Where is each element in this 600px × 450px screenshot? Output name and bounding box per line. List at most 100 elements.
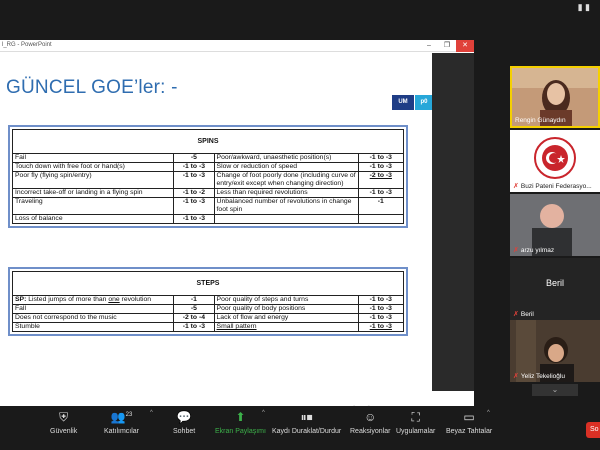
video-tile[interactable]: Beril ✗ Beril xyxy=(510,258,600,320)
share-screen-icon: ⬆ xyxy=(235,410,246,424)
table-cell: -1 to -3 xyxy=(357,153,405,163)
button-label: Kaydı Duraklat/Durdur xyxy=(272,428,342,435)
table-cell: Change of foot poorly done (including cu… xyxy=(213,171,359,189)
table-cell: Loss of balance xyxy=(11,214,175,224)
table-cell: -1 to -3 xyxy=(357,188,405,198)
participant-name: ✗ Buzi Pateni Federasyo... xyxy=(513,182,592,191)
table-cell: -5 xyxy=(173,153,215,163)
steps-header: STEPS xyxy=(12,271,404,296)
chat-button[interactable]: 💬 Sohbet xyxy=(173,410,195,435)
table-cell: Touch down with free foot or hand(s) xyxy=(11,162,175,172)
shared-screen: l_RG - PowerPoint – ❐ ✕ GÜNCEL GOE’ler: … xyxy=(0,40,474,414)
top-menu-icon[interactable]: ▮ ▮ xyxy=(578,2,590,13)
video-tile[interactable]: ✗ arzu yılmaz xyxy=(510,194,600,256)
meeting-toolbar: ⛨ Güvenlik 👥23 Katılımcılar ^ 💬 Sohbet ⬆… xyxy=(0,406,600,450)
sponsor-logo: p0 xyxy=(415,95,433,110)
video-tile[interactable]: ✗ Buzi Pateni Federasyo... xyxy=(510,130,600,192)
table-cell: Poor quality of body positions xyxy=(213,304,359,314)
table-row: Fall -5 Poor quality of body positions -… xyxy=(11,304,405,314)
table-cell: Stumble xyxy=(11,322,175,332)
minimize-button[interactable]: – xyxy=(420,40,438,52)
table-cell: -1 to -3 xyxy=(173,322,215,332)
table-cell-text: Listed jumps of more than xyxy=(26,296,109,303)
table-cell: -1 to -3 xyxy=(357,313,405,323)
table-cell xyxy=(357,214,405,224)
close-button[interactable]: ✕ xyxy=(456,40,474,52)
table-cell: Poor/awkward, unaesthetic position(s) xyxy=(213,153,359,163)
button-label: Beyaz Tahtalar xyxy=(446,428,493,435)
participant-initial-label: Beril xyxy=(545,278,564,288)
spins-table: SPINS Fail -5 Poor/awkward, unaesthetic … xyxy=(11,129,405,224)
participant-name-text: Yeliz Tekelioğlu xyxy=(520,372,565,380)
table-cell: Less than required revolutions xyxy=(213,188,359,198)
mic-muted-icon: ✗ xyxy=(513,183,519,190)
table-cell: Slow or reduction of speed xyxy=(213,162,359,172)
table-cell: SP: Listed jumps of more than one revolu… xyxy=(11,295,175,305)
table-row: Does not correspond to the music -2 to -… xyxy=(11,313,405,323)
participant-name-text: Beril xyxy=(520,310,534,318)
button-label: Güvenlik xyxy=(50,428,78,435)
apps-button[interactable]: ⛶ Uygulamalar xyxy=(396,410,435,435)
table-cell: Fall xyxy=(11,304,175,314)
window-titlebar: l_RG - PowerPoint – ❐ ✕ xyxy=(0,40,474,52)
chevron-down-icon[interactable]: ⌄ xyxy=(532,384,578,396)
pause-stop-recording-button[interactable]: ⏸⏹ Kaydı Duraklat/Durdur xyxy=(272,410,341,435)
spins-table-frame: SPINS Fail -5 Poor/awkward, unaesthetic … xyxy=(8,125,408,228)
participants-button[interactable]: 👥23 Katılımcılar xyxy=(104,410,139,435)
table-cell: -2 to -3 xyxy=(357,171,405,189)
table-cell-text: revolution xyxy=(119,296,152,303)
chevron-up-icon[interactable]: ^ xyxy=(262,410,265,416)
slide-title: GÜNCEL GOE’ler: - xyxy=(6,77,178,98)
participant-count: 23 xyxy=(125,412,133,418)
table-cell: Poor fly (flying spin/entry) xyxy=(11,171,175,189)
pause-record-icon: ⏸⏹ xyxy=(300,410,313,424)
table-cell: -1 xyxy=(173,295,215,305)
steps-table: STEPS SP: Listed jumps of more than one … xyxy=(11,271,405,332)
sp-prefix: SP: xyxy=(15,296,27,303)
table-row: Incorrect take-off or landing in a flyin… xyxy=(11,188,405,198)
button-label: Katılımcılar xyxy=(104,428,140,435)
reactions-button[interactable]: ☺ Reaksiyonlar xyxy=(350,410,390,435)
window-title: l_RG - PowerPoint xyxy=(2,42,52,48)
table-cell: Fail xyxy=(11,153,175,163)
participant-name-text: Rengin Günaydın xyxy=(515,117,566,124)
table-cell: -1 to -3 xyxy=(173,214,215,224)
table-cell: -2 to -4 xyxy=(173,313,215,323)
chevron-up-icon[interactable]: ^ xyxy=(150,410,153,416)
spins-header: SPINS xyxy=(12,129,404,154)
video-tile[interactable]: ✗ Yeliz Tekelioğlu xyxy=(510,320,600,382)
table-cell-text: one xyxy=(108,296,120,303)
mic-muted-icon: ✗ xyxy=(513,247,519,254)
table-cell xyxy=(213,214,359,224)
table-cell: Lack of flow and energy xyxy=(213,313,359,323)
table-cell: -1 to -2 xyxy=(173,188,215,198)
chevron-up-icon[interactable]: ^ xyxy=(487,410,490,416)
chat-icon: 💬 xyxy=(176,410,192,424)
video-tile[interactable]: Rengin Günaydın xyxy=(510,66,600,128)
window-side-panel xyxy=(432,53,474,391)
table-cell: -1 to -3 xyxy=(357,304,405,314)
zoom-meeting-screen: ▮ ▮ l_RG - PowerPoint – ❐ ✕ GÜNCEL GOE’l… xyxy=(0,0,600,450)
mic-muted-icon: ✗ xyxy=(513,311,519,318)
table-row: Traveling -1 to -3 Unbalanced number of … xyxy=(11,197,405,215)
shield-icon: ⛨ xyxy=(59,410,69,424)
button-label: Uygulamalar xyxy=(396,428,436,435)
whiteboards-button[interactable]: ▭ Beyaz Tahtalar xyxy=(446,410,492,435)
slide: GÜNCEL GOE’ler: - UM p0 SPINS Fail -5 Po… xyxy=(0,53,442,414)
table-cell: -1 to -3 xyxy=(357,322,405,332)
table-cell: Incorrect take-off or landing in a flyin… xyxy=(11,188,175,198)
table-cell: -1 xyxy=(357,197,405,215)
whiteboard-icon: ▭ xyxy=(463,410,475,424)
table-row: Stumble -1 to -3 Small pattern -1 to -3 xyxy=(11,322,405,332)
table-row: Fail -5 Poor/awkward, unaesthetic positi… xyxy=(11,153,405,163)
share-screen-button[interactable]: ⬆ Ekran Paylaşımı xyxy=(215,410,266,435)
table-cell: Poor quality of steps and turns xyxy=(213,295,359,305)
end-meeting-button[interactable]: So xyxy=(586,422,600,438)
security-button[interactable]: ⛨ Güvenlik xyxy=(50,410,77,435)
window-controls: – ❐ ✕ xyxy=(420,40,474,52)
restore-button[interactable]: ❐ xyxy=(438,40,456,52)
table-cell: Small pattern xyxy=(213,322,359,332)
table-cell: -1 to -3 xyxy=(173,171,215,189)
table-row: Poor fly (flying spin/entry) -1 to -3 Ch… xyxy=(11,171,405,189)
participant-name: ✗ arzu yılmaz xyxy=(513,246,554,255)
